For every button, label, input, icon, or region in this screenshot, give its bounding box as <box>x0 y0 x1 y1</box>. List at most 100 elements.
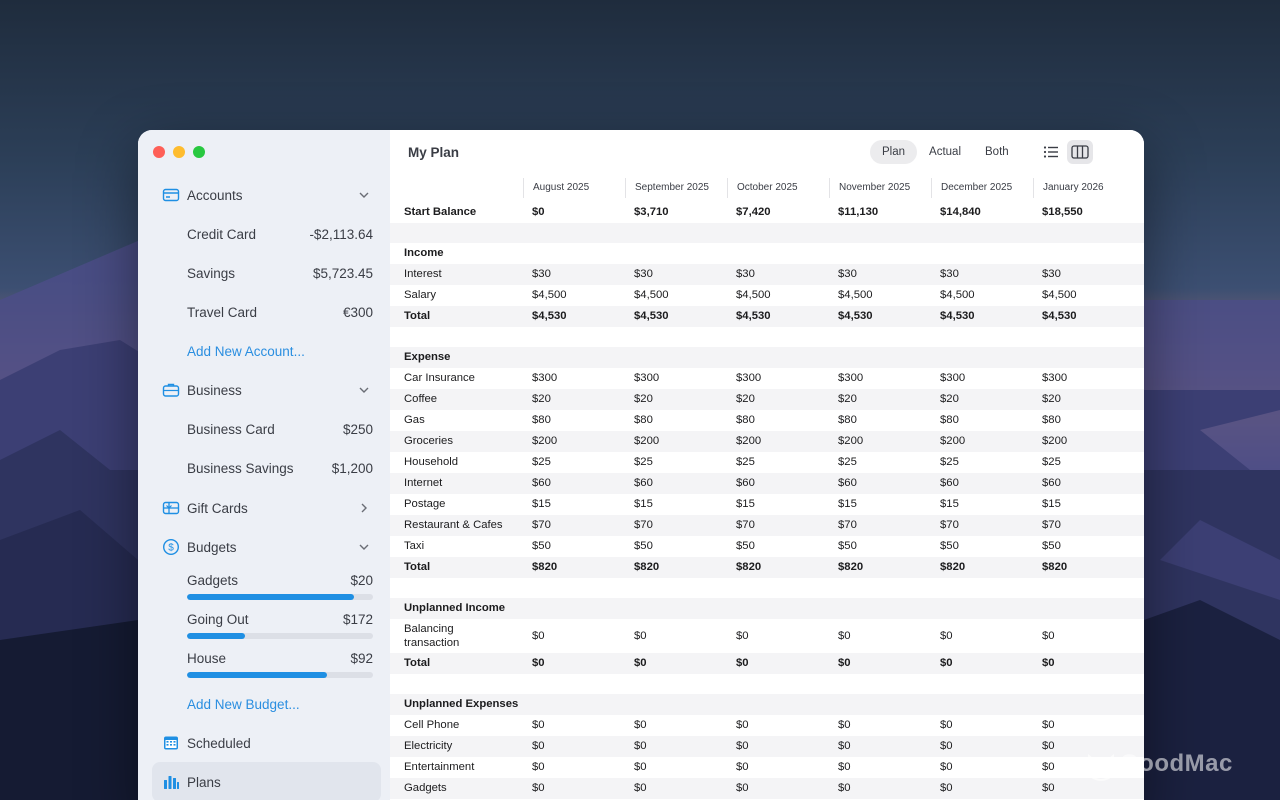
table-cell[interactable]: $0 <box>838 619 851 653</box>
table-row[interactable]: Taxi $50 $50 $50 $50 $50 $50 <box>390 536 1144 557</box>
table-cell[interactable]: $4,530 <box>838 306 873 327</box>
sidebar-item-gift-cards[interactable]: Gift Cards <box>138 493 390 523</box>
table-cell[interactable]: $200 <box>838 431 863 452</box>
table-cell[interactable]: $820 <box>940 557 965 578</box>
chevron-down-icon[interactable] <box>358 541 370 553</box>
table-cell[interactable]: $50 <box>940 536 959 557</box>
table-row[interactable]: Balancing transaction $0 $0 $0 $0 $0 $0 <box>390 619 1144 653</box>
table-cell[interactable]: $200 <box>940 431 965 452</box>
table-cell[interactable]: $20 <box>736 389 755 410</box>
table-cell[interactable]: $30 <box>940 264 959 285</box>
table-cell[interactable]: $4,500 <box>532 285 567 306</box>
table-row[interactable]: Postage $15 $15 $15 $15 $15 $15 <box>390 494 1144 515</box>
table-cell[interactable]: $300 <box>838 368 863 389</box>
table-cell[interactable]: $18,550 <box>1042 202 1083 223</box>
table-cell[interactable]: $0 <box>838 778 851 799</box>
table-cell[interactable]: $50 <box>736 536 755 557</box>
table-row[interactable]: Total $4,530 $4,530 $4,530 $4,530 $4,530 $4,53… <box>390 306 1144 327</box>
section-header[interactable]: Income <box>390 243 1144 264</box>
sidebar-item-business[interactable]: Business <box>138 375 390 405</box>
table-cell[interactable]: $25 <box>736 452 755 473</box>
table-cell[interactable]: $820 <box>838 557 863 578</box>
table-cell[interactable]: $20 <box>634 389 653 410</box>
section-header[interactable]: Unplanned Expenses <box>390 694 1144 715</box>
table-cell[interactable]: $0 <box>532 715 545 736</box>
table-cell[interactable]: $0 <box>634 757 647 778</box>
sidebar-item-business-card[interactable]: Business Card $250 <box>138 414 390 444</box>
budget-item-going-out[interactable]: Going Out $172 <box>138 604 390 634</box>
table-cell[interactable]: $50 <box>634 536 653 557</box>
table-cell[interactable]: $0 <box>1042 778 1055 799</box>
table-cell[interactable]: $0 <box>532 757 545 778</box>
table-cell[interactable]: $20 <box>940 389 959 410</box>
table-cell[interactable]: $820 <box>736 557 761 578</box>
segment-both[interactable]: Both <box>973 140 1021 164</box>
sidebar-item-budgets[interactable]: $ Budgets <box>138 532 390 562</box>
table-cell[interactable]: $4,500 <box>940 285 975 306</box>
table-cell[interactable]: $30 <box>1042 264 1061 285</box>
table-cell[interactable]: $0 <box>736 619 749 653</box>
table-row[interactable]: Internet $60 $60 $60 $60 $60 $60 <box>390 473 1144 494</box>
table-cell[interactable]: $300 <box>634 368 659 389</box>
segment-actual[interactable]: Actual <box>917 140 973 164</box>
table-cell[interactable]: $60 <box>634 473 653 494</box>
table-cell[interactable]: $15 <box>1042 494 1061 515</box>
table-cell[interactable]: $200 <box>1042 431 1067 452</box>
table-cell[interactable]: $300 <box>1042 368 1067 389</box>
table-cell[interactable]: $0 <box>838 653 851 674</box>
table-cell[interactable]: $4,530 <box>940 306 975 327</box>
table-cell[interactable]: $0 <box>1042 619 1055 653</box>
table-cell[interactable]: $70 <box>1042 515 1061 536</box>
sidebar-item-credit-card[interactable]: Credit Card -$2,113.64 <box>138 219 390 249</box>
table-cell[interactable]: $0 <box>532 653 545 674</box>
table-cell[interactable]: $0 <box>532 736 545 757</box>
segment-plan[interactable]: Plan <box>870 140 918 164</box>
table-cell[interactable]: $20 <box>838 389 857 410</box>
table-cell[interactable]: $20 <box>532 389 551 410</box>
table-cell[interactable]: $0 <box>736 736 749 757</box>
close-window-button[interactable] <box>153 146 165 158</box>
table-cell[interactable]: $15 <box>838 494 857 515</box>
table-cell[interactable]: $3,710 <box>634 202 669 223</box>
table-cell[interactable]: $50 <box>838 536 857 557</box>
table-cell[interactable]: $25 <box>634 452 653 473</box>
budget-item-house[interactable]: House $92 <box>138 643 390 673</box>
table-row[interactable]: Groceries $200 $200 $200 $200 $200 $200 <box>390 431 1144 452</box>
table-cell[interactable]: $0 <box>940 653 953 674</box>
table-cell[interactable]: $4,500 <box>1042 285 1077 306</box>
table-cell[interactable]: $0 <box>1042 715 1055 736</box>
table-row[interactable]: Gas $80 $80 $80 $80 $80 $80 <box>390 410 1144 431</box>
table-cell[interactable]: $0 <box>532 778 545 799</box>
budget-item-gadgets[interactable]: Gadgets $20 <box>138 565 390 595</box>
table-cell[interactable]: $0 <box>736 715 749 736</box>
table-cell[interactable]: $0 <box>736 757 749 778</box>
table-cell[interactable]: $0 <box>838 757 851 778</box>
table-cell[interactable]: $7,420 <box>736 202 771 223</box>
table-cell[interactable]: $4,500 <box>838 285 873 306</box>
sidebar-item-plans[interactable]: Plans <box>138 767 390 797</box>
table-cell[interactable]: $0 <box>940 619 953 653</box>
table-cell[interactable]: $80 <box>1042 410 1061 431</box>
table-cell[interactable]: $200 <box>532 431 557 452</box>
table-cell[interactable]: $14,840 <box>940 202 981 223</box>
table-row[interactable]: Gadgets $0 $0 $0 $0 $0 $0 <box>390 778 1144 799</box>
table-cell[interactable]: $300 <box>940 368 965 389</box>
table-cell[interactable]: $0 <box>1042 736 1055 757</box>
table-row[interactable]: Total $820 $820 $820 $820 $820 $820 <box>390 557 1144 578</box>
table-cell[interactable]: $25 <box>940 452 959 473</box>
table-cell[interactable]: $80 <box>940 410 959 431</box>
table-cell[interactable]: $70 <box>634 515 653 536</box>
table-cell[interactable]: $80 <box>736 410 755 431</box>
column-view-button[interactable] <box>1067 140 1093 164</box>
table-cell[interactable]: $0 <box>838 715 851 736</box>
minimize-window-button[interactable] <box>173 146 185 158</box>
add-new-account-link[interactable]: Add New Account... <box>138 336 390 366</box>
table-cell[interactable]: $4,530 <box>1042 306 1077 327</box>
table-cell[interactable]: $80 <box>634 410 653 431</box>
table-cell[interactable]: $0 <box>634 653 647 674</box>
table-cell[interactable]: $0 <box>634 778 647 799</box>
table-cell[interactable]: $4,530 <box>736 306 771 327</box>
sidebar-item-travel-card[interactable]: Travel Card €300 <box>138 297 390 327</box>
table-cell[interactable]: $820 <box>1042 557 1067 578</box>
table-cell[interactable]: $0 <box>634 736 647 757</box>
